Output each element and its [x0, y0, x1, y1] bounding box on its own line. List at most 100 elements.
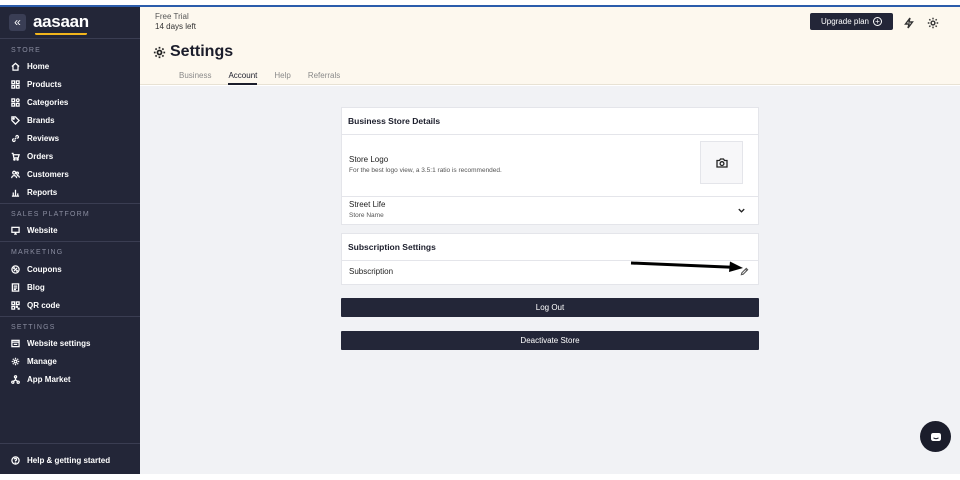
app-window: « aasaan STORE Home Products Categories … [0, 0, 960, 480]
camera-icon [715, 157, 728, 168]
sidebar-divider [0, 316, 140, 317]
chevron-down-icon[interactable] [737, 206, 746, 215]
trial-status: Free Trial 14 days left [155, 12, 196, 32]
business-card-title: Business Store Details [342, 108, 758, 135]
logout-button[interactable]: Log Out [341, 298, 759, 317]
sidebar-item-orders[interactable]: Orders [11, 149, 53, 163]
sidebar-item-reports[interactable]: Reports [11, 185, 57, 199]
network-icon [11, 374, 20, 384]
bolt-button[interactable] [903, 16, 915, 29]
sidebar-item-label: Orders [27, 151, 54, 161]
settings-button[interactable] [927, 16, 939, 29]
sidebar-item-home[interactable]: Home [11, 59, 49, 73]
link-icon [11, 134, 20, 142]
settings-tabs: Business Account Help Referrals [179, 71, 357, 85]
categories-icon [11, 97, 20, 107]
sidebar-item-label: Reports [27, 187, 58, 197]
sidebar-divider [0, 443, 140, 444]
store-name-label: Store Name [349, 212, 384, 219]
section-label-marketing: MARKETING [11, 249, 64, 256]
tab-business[interactable]: Business [179, 71, 211, 85]
business-store-details-card: Business Store Details Store Logo For th… [341, 107, 759, 225]
upgrade-plan-label: Upgrade plan [820, 17, 870, 26]
cart-icon [11, 152, 20, 161]
subscription-label: Subscription [349, 267, 394, 276]
tab-help[interactable]: Help [274, 71, 290, 85]
browser-settings-icon [11, 339, 20, 347]
monitor-icon [11, 226, 20, 235]
sidebar-item-label: Blog [27, 282, 45, 292]
main-content: Business Store Details Store Logo For th… [140, 86, 960, 474]
sidebar-item-label: Coupons [27, 264, 62, 274]
store-name-text: Street Life Store Name [349, 200, 385, 219]
sidebar-item-customers[interactable]: Customers [11, 167, 69, 181]
collapse-sidebar-button[interactable]: « [9, 13, 26, 31]
products-icon [11, 79, 20, 89]
brand-underline [35, 32, 87, 35]
sidebar-item-label: Reviews [27, 133, 60, 143]
sidebar-item-website[interactable]: Website [11, 223, 58, 237]
section-label-settings: SETTINGS [11, 324, 56, 331]
sidebar-item-label: Manage [27, 356, 57, 366]
sidebar-item-coupons[interactable]: Coupons [11, 262, 62, 276]
store-logo-hint: For the best logo view, a 3.5:1 ratio is… [349, 167, 502, 174]
upgrade-plan-button[interactable]: Upgrade plan + [810, 13, 893, 30]
chat-widget-button[interactable] [920, 421, 951, 452]
sidebar-item-qr-code[interactable]: QR code [11, 298, 60, 312]
sidebar-item-products[interactable]: Products [11, 77, 62, 91]
sidebar-divider [0, 203, 140, 204]
sidebar-divider [0, 241, 140, 242]
logo-row: « aasaan [9, 12, 89, 35]
tab-account[interactable]: Account [228, 71, 258, 85]
document-icon [11, 282, 20, 292]
store-logo-upload[interactable] [700, 141, 743, 184]
pencil-icon[interactable] [740, 267, 749, 276]
sidebar-item-label: Home [27, 61, 50, 71]
sidebar-item-app-market[interactable]: App Market [11, 372, 71, 386]
help-link-label: Help & getting started [27, 455, 111, 465]
subscription-settings-card: Subscription Settings Subscription [341, 233, 759, 285]
help-icon [11, 455, 20, 465]
store-name-value: Street Life [349, 200, 386, 209]
gear-icon [153, 46, 166, 58]
help-getting-started-link[interactable]: Help & getting started [11, 453, 110, 467]
gear-icon [927, 17, 939, 29]
sidebar-item-brands[interactable]: Brands [11, 113, 55, 127]
qr-code-icon [11, 300, 20, 310]
bottom-strip [0, 474, 960, 480]
sidebar-item-label: Website [27, 225, 58, 235]
sidebar-item-reviews[interactable]: Reviews [11, 131, 59, 145]
sidebar-item-blog[interactable]: Blog [11, 280, 45, 294]
bolt-icon [904, 17, 914, 29]
sidebar-item-label: Customers [27, 169, 69, 179]
trial-label: Free Trial [155, 12, 189, 21]
gear-icon [11, 357, 20, 365]
store-logo-label: Store Logo [349, 155, 389, 164]
brand-name: aasaan [33, 12, 89, 31]
chat-icon [930, 432, 941, 441]
sidebar-item-label: QR code [27, 300, 60, 310]
subscription-card-title: Subscription Settings [342, 234, 758, 261]
sidebar-item-label: Products [27, 79, 62, 89]
tab-referrals[interactable]: Referrals [308, 71, 340, 85]
users-icon [11, 170, 20, 178]
page-title-row: Settings [153, 43, 233, 61]
sidebar: « aasaan STORE Home Products Categories … [0, 7, 140, 474]
section-label-sales-platform: SALES PLATFORM [11, 211, 90, 218]
page-header: Free Trial 14 days left Upgrade plan + S… [140, 7, 960, 85]
section-label-store: STORE [11, 47, 41, 54]
arrow-annotation [630, 261, 743, 272]
sidebar-item-label: App Market [27, 374, 71, 384]
bar-chart-icon [11, 189, 20, 197]
trial-days-left: 14 days left [155, 22, 196, 31]
brand-logo[interactable]: aasaan [33, 12, 89, 35]
tag-icon [11, 115, 20, 125]
deactivate-store-button[interactable]: Deactivate Store [341, 331, 759, 350]
store-name-row[interactable]: Street Life Store Name [342, 197, 758, 225]
sidebar-item-label: Website settings [27, 338, 91, 348]
sidebar-item-categories[interactable]: Categories [11, 95, 68, 109]
sidebar-item-manage[interactable]: Manage [11, 354, 57, 368]
sidebar-item-website-settings[interactable]: Website settings [11, 336, 90, 350]
coupon-icon [11, 264, 20, 274]
home-icon [11, 62, 20, 71]
